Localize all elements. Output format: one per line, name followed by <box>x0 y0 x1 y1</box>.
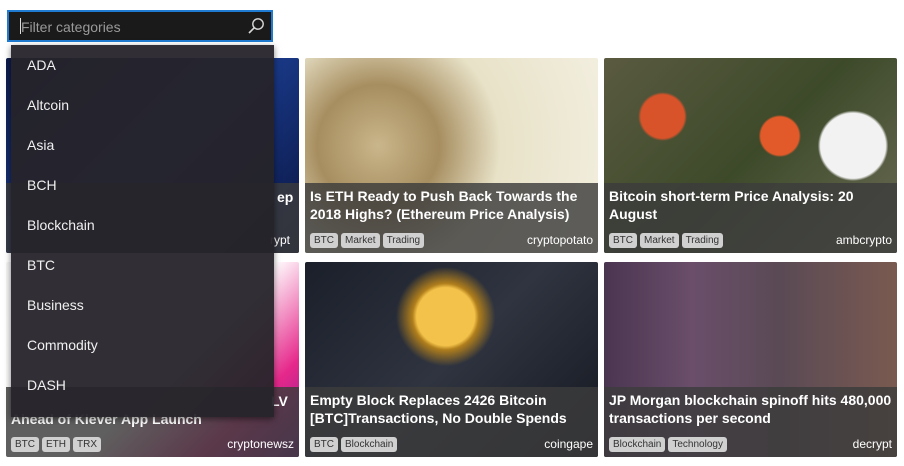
tag[interactable]: Blockchain <box>341 437 398 452</box>
category-filter[interactable] <box>7 10 273 42</box>
card-tags: BTC Market Trading <box>609 233 724 248</box>
card-title: JP Morgan blockchain spinoff hits 480,00… <box>609 392 892 426</box>
card-tags: BTC ETH TRX <box>11 437 101 452</box>
tag[interactable]: BTC <box>310 437 338 452</box>
tag[interactable]: ETH <box>42 437 70 452</box>
category-option[interactable]: BTC <box>11 245 274 285</box>
card-source: cryptopotato <box>526 233 593 247</box>
tag[interactable]: Market <box>640 233 679 248</box>
card-title-fragment: ep <box>277 189 294 205</box>
category-option[interactable]: DASH <box>11 365 274 405</box>
tag[interactable]: Market <box>341 233 380 248</box>
card-title: Empty Block Replaces 2426 Bitcoin [BTC]T… <box>310 392 567 426</box>
category-dropdown-list: ADA Altcoin Asia BCH Blockchain BTC Busi… <box>11 45 274 417</box>
category-option[interactable]: Altcoin <box>11 85 274 125</box>
card-source: cryptonewsz <box>227 437 294 451</box>
category-option[interactable]: BCH <box>11 165 274 205</box>
card-title: Is ETH Ready to Push Back Towards the 20… <box>310 188 578 222</box>
news-card-2[interactable]: Is ETH Ready to Push Back Towards the 20… <box>305 58 598 253</box>
category-option[interactable]: Business <box>11 285 274 325</box>
news-card-6[interactable]: JP Morgan blockchain spinoff hits 480,00… <box>604 262 897 457</box>
category-option[interactable]: Commodity <box>11 325 274 365</box>
category-option[interactable]: ADA <box>11 45 274 85</box>
tag[interactable]: BTC <box>310 233 338 248</box>
card-source: coingape <box>544 437 593 451</box>
tag[interactable]: Technology <box>668 437 727 452</box>
tag[interactable]: Blockchain <box>609 437 666 452</box>
search-icon[interactable] <box>247 17 265 35</box>
card-title: Bitcoin short-term Price Analysis: 20 Au… <box>609 188 854 222</box>
card-tags: Blockchain Technology <box>609 437 727 452</box>
category-option[interactable]: Asia <box>11 125 274 165</box>
text-caret <box>20 18 21 34</box>
tag[interactable]: Trading <box>681 233 724 248</box>
card-source: decrypt <box>852 437 892 451</box>
news-card-3[interactable]: Bitcoin short-term Price Analysis: 20 Au… <box>604 58 897 253</box>
tag[interactable]: BTC <box>609 233 637 248</box>
tag[interactable]: BTC <box>11 437 39 452</box>
news-card-5[interactable]: Empty Block Replaces 2426 Bitcoin [BTC]T… <box>305 262 598 457</box>
card-tags: BTC Blockchain <box>310 437 398 452</box>
tag[interactable]: TRX <box>73 437 101 452</box>
card-tags: BTC Market Trading <box>310 233 425 248</box>
tag[interactable]: Trading <box>382 233 425 248</box>
card-source: ambcrypto <box>835 233 892 247</box>
category-filter-input[interactable] <box>19 12 243 42</box>
category-option[interactable]: Blockchain <box>11 205 274 245</box>
